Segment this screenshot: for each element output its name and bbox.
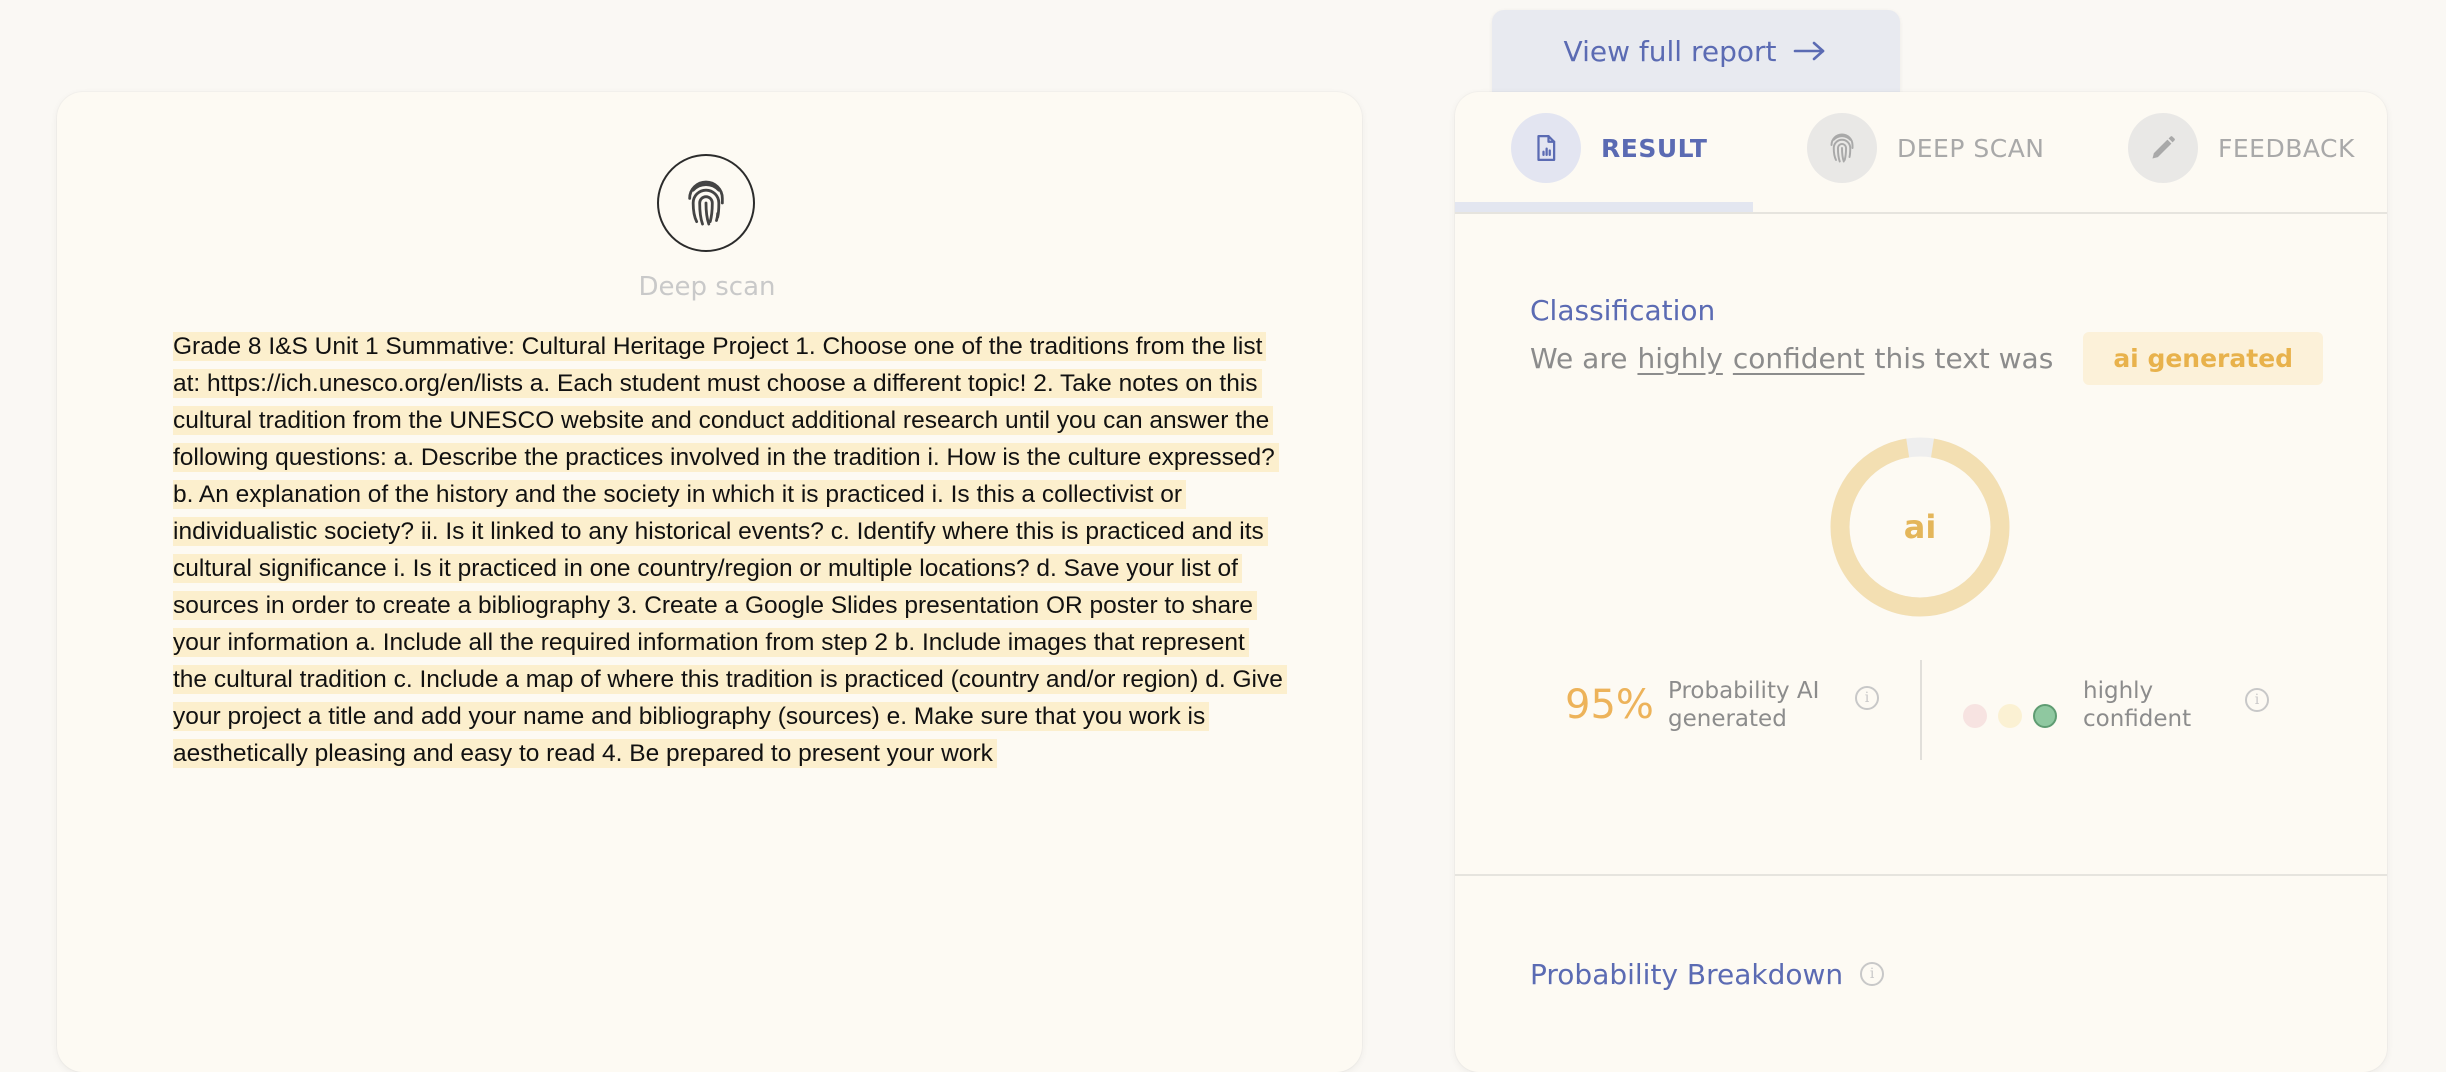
view-full-report-button[interactable]: View full report — [1492, 10, 1900, 92]
probability-donut: ai — [1830, 437, 2010, 617]
arrow-right-icon — [1794, 41, 1825, 61]
ai-generated-badge: ai generated — [2083, 331, 2324, 385]
classification-sentence: We are highly confident this text was ai… — [1530, 331, 2324, 385]
document-chart-icon — [1511, 113, 1581, 183]
tab-result[interactable]: RESULT — [1511, 112, 1707, 184]
view-full-report-label: View full report — [1563, 34, 1777, 68]
confidence-dot-medium — [1998, 704, 2022, 728]
probability-info-icon[interactable]: i — [1855, 686, 1879, 710]
probability-breakdown-title: Probability Breakdown i — [1530, 958, 1885, 991]
confidence-dot-low — [1963, 704, 1987, 728]
deep-scan-label: Deep scan — [638, 272, 776, 302]
probability-label: Probability AI generated — [1668, 678, 1820, 732]
tab-deep-scan-label: DEEP SCAN — [1897, 133, 2045, 163]
classification-word-confident[interactable]: confident — [1733, 342, 1865, 375]
section-divider — [1455, 874, 2387, 876]
pencil-icon — [2128, 113, 2198, 183]
highlighted-text: Grade 8 I&S Unit 1 Summative: Cultural H… — [173, 332, 1287, 768]
fingerprint-icon — [1807, 113, 1877, 183]
confidence-dot-high — [2033, 704, 2057, 728]
classification-prefix: We are — [1530, 341, 1628, 375]
fingerprint-icon — [688, 180, 724, 226]
tab-bar: RESULT DEEP SCAN FEEDBACK — [1455, 92, 2387, 214]
results-panel: RESULT DEEP SCAN FEEDBACK Classification… — [1455, 92, 2387, 1072]
tab-deep-scan[interactable]: DEEP SCAN — [1807, 112, 2045, 184]
document-text: Grade 8 I&S Unit 1 Summative: Cultural H… — [173, 328, 1287, 772]
confidence-info-icon[interactable]: i — [2245, 688, 2269, 712]
breakdown-info-icon[interactable]: i — [1860, 962, 1885, 986]
document-panel: Deep scan Grade 8 I&S Unit 1 Summative: … — [57, 92, 1362, 1072]
active-tab-indicator — [1455, 202, 1753, 212]
probability-breakdown-label: Probability Breakdown — [1530, 958, 1844, 991]
classification-word-highly[interactable]: highly — [1637, 342, 1722, 375]
confidence-label: highly confident — [2083, 678, 2192, 732]
stats-divider — [1920, 660, 1922, 760]
donut-label: ai — [1903, 508, 1937, 546]
tab-result-label: RESULT — [1601, 133, 1708, 163]
tab-feedback[interactable]: FEEDBACK — [2128, 112, 2355, 184]
classification-suffix: this text was — [1874, 341, 2054, 375]
deep-scan-button[interactable] — [657, 154, 755, 252]
tab-feedback-label: FEEDBACK — [2218, 133, 2355, 163]
probability-value: 95% — [1565, 682, 1654, 728]
classification-title: Classification — [1530, 294, 1716, 327]
